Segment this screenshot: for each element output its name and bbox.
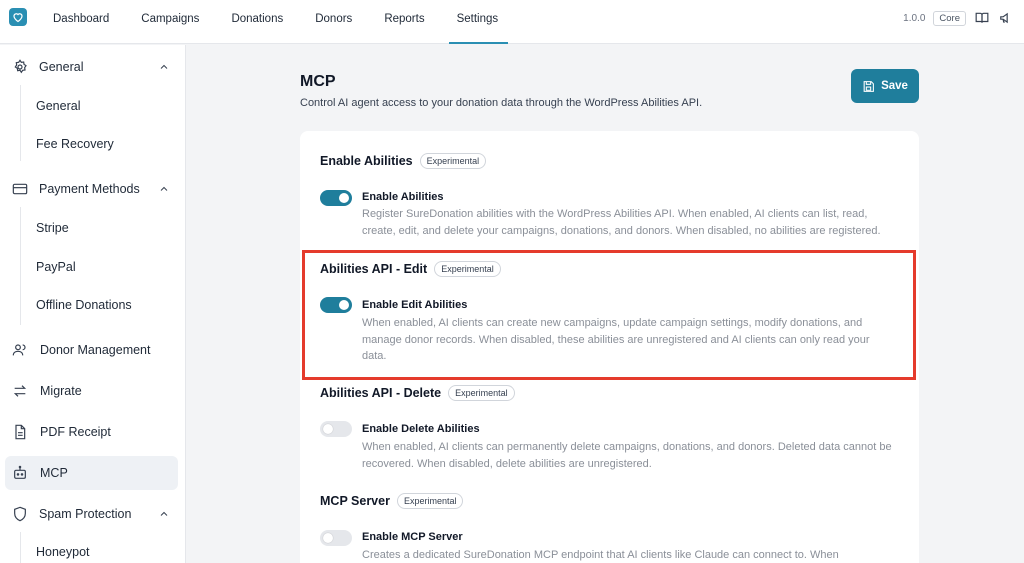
main-nav: Dashboard Campaigns Donations Donors Rep… [53, 0, 530, 44]
sidebar-item-honeypot[interactable]: Honeypot [36, 545, 90, 559]
sidebar-item-donor-management[interactable]: Donor Management [0, 335, 186, 365]
sidebar-item-general[interactable]: General [36, 99, 80, 113]
nav-campaigns[interactable]: Campaigns [141, 0, 199, 44]
sidebar-group-general[interactable]: General [0, 52, 186, 82]
enable-abilities-toggle[interactable] [320, 190, 352, 206]
nav-donations[interactable]: Donations [231, 0, 283, 44]
experimental-badge: Experimental [396, 493, 464, 509]
chevron-up-icon[interactable] [158, 61, 170, 73]
option-description: Register SureDonation abilities with the… [362, 208, 881, 237]
toggle-knob [323, 533, 333, 543]
experimental-badge: Experimental [419, 153, 487, 169]
chevron-up-icon[interactable] [158, 183, 170, 195]
sidebar-tree-line [20, 532, 21, 563]
version-label: 1.0.0 [903, 12, 926, 24]
sidebar-group-label: Payment Methods [39, 182, 140, 196]
page-description: Control AI agent access to your donation… [300, 97, 703, 109]
highlight-box [302, 250, 916, 380]
option-description: Creates a dedicated SureDonation MCP end… [362, 549, 839, 561]
option-label: Enable MCP Server [362, 531, 463, 543]
sidebar-item-label: Migrate [40, 384, 82, 398]
nav-reports[interactable]: Reports [384, 0, 424, 44]
core-badge: Core [933, 10, 966, 26]
section-title-text: MCP Server [320, 494, 390, 508]
document-icon [15, 424, 26, 440]
sidebar-item-label: Donor Management [40, 343, 151, 357]
save-label: Save [881, 80, 908, 92]
nav-donors[interactable]: Donors [315, 0, 352, 44]
option-label: Enable Abilities [362, 191, 444, 203]
settings-sidebar: General General Fee Recovery Payment Met… [0, 45, 186, 563]
sidebar-item-mcp[interactable]: MCP [0, 458, 186, 488]
suredonation-logo-icon[interactable] [9, 8, 27, 26]
shield-icon [14, 506, 26, 522]
robot-icon [14, 465, 26, 479]
sidebar-tree-line [20, 207, 21, 325]
toggle-knob [323, 424, 333, 434]
section-title-abilities-delete: Abilities API - Delete Experimental [320, 385, 515, 401]
gear-icon [14, 59, 27, 74]
arrows-icon [13, 385, 27, 397]
sidebar-item-label: PDF Receipt [40, 425, 111, 439]
nav-settings[interactable]: Settings [448, 0, 508, 44]
save-icon [863, 80, 874, 92]
section-title-enable-abilities: Enable Abilities Experimental [320, 153, 487, 169]
section-title-text: Abilities API - Delete [320, 386, 442, 400]
sidebar-item-offline-donations[interactable]: Offline Donations [36, 298, 132, 312]
sidebar-item-paypal[interactable]: PayPal [36, 260, 76, 274]
sidebar-group-payment-methods[interactable]: Payment Methods [0, 174, 186, 204]
sidebar-tree-line [20, 85, 21, 161]
section-title-text: Enable Abilities [320, 154, 413, 168]
top-bar: Dashboard Campaigns Donations Donors Rep… [0, 0, 1024, 44]
card-icon [12, 183, 28, 195]
toggle-knob [339, 193, 349, 203]
book-icon[interactable] [974, 10, 990, 26]
chevron-up-icon[interactable] [158, 508, 170, 520]
page-title: MCP [300, 73, 336, 90]
sidebar-item-pdf-receipt[interactable]: PDF Receipt [0, 417, 186, 447]
experimental-badge: Experimental [448, 385, 515, 401]
option-description: When enabled, AI clients can permanently… [362, 441, 892, 470]
sidebar-item-label: MCP [40, 466, 68, 480]
sidebar-group-label: General [39, 60, 84, 74]
nav-dashboard[interactable]: Dashboard [53, 0, 109, 44]
option-label: Enable Delete Abilities [362, 423, 480, 435]
section-title-mcp-server: MCP Server Experimental [320, 493, 464, 509]
save-button[interactable]: Save [851, 69, 919, 103]
megaphone-icon[interactable] [998, 10, 1014, 26]
sidebar-group-spam-protection[interactable]: Spam Protection [0, 499, 186, 529]
sidebar-item-migrate[interactable]: Migrate [0, 376, 186, 406]
enable-delete-abilities-toggle[interactable] [320, 421, 352, 437]
users-icon [12, 344, 26, 356]
sidebar-item-stripe[interactable]: Stripe [36, 221, 69, 235]
enable-mcp-server-toggle[interactable] [320, 530, 352, 546]
sidebar-group-label: Spam Protection [39, 507, 132, 521]
sidebar-item-fee-recovery[interactable]: Fee Recovery [36, 137, 114, 151]
top-right-tools: 1.0.0 Core [903, 10, 1014, 26]
